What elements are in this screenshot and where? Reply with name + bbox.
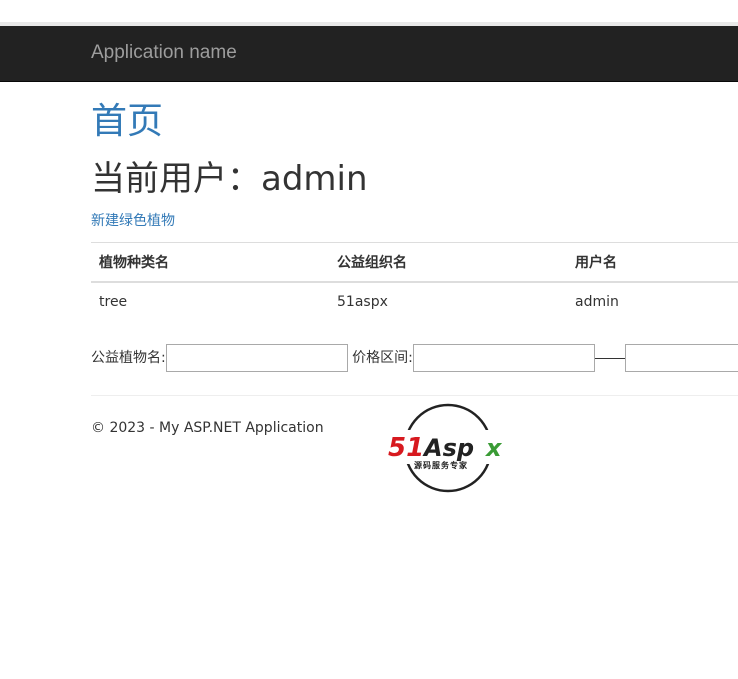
search-form: 公益植物名: 价格区间: xyxy=(91,344,738,374)
table-header-row: 植物种类名 公益组织名 用户名 xyxy=(91,242,738,282)
cell-actions xyxy=(727,282,738,322)
header-actions xyxy=(727,243,738,282)
price-range-label: 价格区间: xyxy=(352,350,413,366)
create-plant-link[interactable]: 新建绿色植物 xyxy=(91,210,175,230)
svg-text:51: 51 xyxy=(388,433,424,463)
navbar: Application name xyxy=(0,26,738,82)
price-min-input[interactable] xyxy=(412,344,595,372)
page-title-link[interactable]: 首页 xyxy=(91,100,163,144)
plant-name-label: 公益植物名: xyxy=(91,350,166,366)
footer-copyright: © 2023 - My ASP.NET Application xyxy=(91,420,324,436)
price-max-input[interactable] xyxy=(624,344,738,372)
header-plant-type: 植物种类名 xyxy=(99,254,169,271)
brand-link[interactable]: Application name xyxy=(91,42,237,64)
cell-username: admin xyxy=(575,294,619,310)
plant-name-input[interactable] xyxy=(165,344,348,372)
footer-divider xyxy=(91,395,738,396)
header-charity-org: 公益组织名 xyxy=(337,254,407,271)
browser-top-strip xyxy=(0,0,738,22)
current-user-heading: 当前用户：admin xyxy=(91,159,368,199)
plants-table: 植物种类名 公益组织名 用户名 tree 51aspx admin xyxy=(91,242,738,322)
cell-plant-type: tree xyxy=(99,294,128,310)
svg-text:x: x xyxy=(485,434,503,462)
svg-text:源码服务专家: 源码服务专家 xyxy=(414,460,468,470)
cell-charity-org: 51aspx xyxy=(337,294,388,310)
range-dash xyxy=(594,357,625,359)
table-row: tree 51aspx admin xyxy=(91,282,738,322)
header-username: 用户名 xyxy=(575,254,617,271)
svg-text:Asp: Asp xyxy=(422,434,474,462)
51aspx-logo: 51 Asp x 源码服务专家 xyxy=(386,403,512,493)
